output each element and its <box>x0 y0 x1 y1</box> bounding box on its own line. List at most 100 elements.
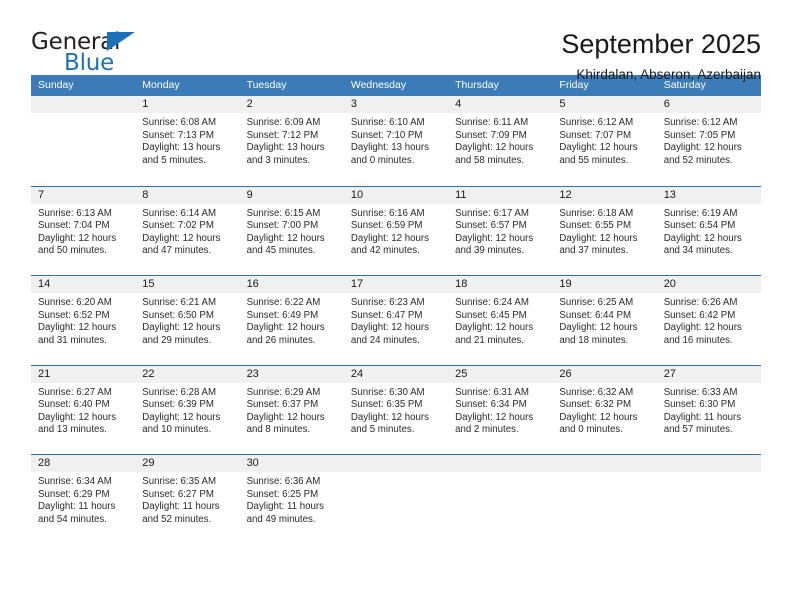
daylight-text-line1: Daylight: 12 hours <box>559 232 638 244</box>
calendar-day-cell[interactable]: 2 Sunrise: 6:09 AM Sunset: 7:12 PM Daylight… <box>239 96 344 186</box>
day-sun-info: Sunrise: 6:23 AM Sunset: 6:47 PM Daylight:… <box>344 293 448 347</box>
calendar-day-cell-empty <box>31 96 136 186</box>
calendar-day-cell[interactable]: 4 Sunrise: 6:11 AM Sunset: 7:09 PM Daylight… <box>448 96 553 186</box>
calendar-day-cell[interactable]: 1 Sunrise: 6:08 AM Sunset: 7:13 PM Daylight… <box>135 96 240 186</box>
calendar-day-cell[interactable]: 7 Sunrise: 6:13 AM Sunset: 7:04 PM Daylight… <box>31 186 136 276</box>
calendar-day-cell[interactable]: 20 Sunrise: 6:26 AM Sunset: 6:42 PM Dayligh… <box>656 276 761 365</box>
sunrise-text: Sunrise: 6:23 AM <box>350 297 425 308</box>
calendar-page: General Blue September 2025 Khirdalan, A… <box>0 0 792 612</box>
day-number: 27 <box>656 365 761 383</box>
sunrise-text: Sunrise: 6:20 AM <box>38 297 112 308</box>
day-sun-info: Sunrise: 6:09 AM Sunset: 7:12 PM Daylight:… <box>240 113 344 167</box>
day-number <box>552 455 657 472</box>
sunrise-text: Sunrise: 6:10 AM <box>350 117 425 128</box>
day-sun-info: Sunrise: 6:18 AM Sunset: 6:55 PM Daylight:… <box>552 204 656 258</box>
calendar-day-cell[interactable]: 5 Sunrise: 6:12 AM Sunset: 7:07 PM Daylight… <box>552 96 657 186</box>
calendar-day-cell[interactable]: 23 Sunrise: 6:29 AM Sunset: 6:37 PM Dayligh… <box>239 365 344 455</box>
calendar-day-cell[interactable]: 21 Sunrise: 6:27 AM Sunset: 6:40 PM Dayligh… <box>31 365 136 455</box>
daylight-text-line1: Daylight: 12 hours <box>663 232 742 244</box>
calendar-day-cell[interactable]: 11 Sunrise: 6:17 AM Sunset: 6:57 PM Dayligh… <box>448 186 553 276</box>
calendar-day-cell[interactable]: 9 Sunrise: 6:15 AM Sunset: 7:00 PM Daylight… <box>239 186 344 276</box>
day-sun-info: Sunrise: 6:35 AM Sunset: 6:27 PM Daylight:… <box>135 472 239 526</box>
calendar-day-cell[interactable]: 27 Sunrise: 6:33 AM Sunset: 6:30 PM Dayligh… <box>656 365 761 455</box>
sunset-text: Sunset: 7:09 PM <box>455 129 527 141</box>
calendar-day-cell[interactable]: 17 Sunrise: 6:23 AM Sunset: 6:47 PM Dayligh… <box>343 276 449 365</box>
calendar-day-cell[interactable]: 18 Sunrise: 6:24 AM Sunset: 6:45 PM Dayligh… <box>448 276 553 365</box>
weekday-header-thursday: Thursday <box>455 79 499 91</box>
day-number: 15 <box>135 276 240 293</box>
sunrise-text: Sunrise: 6:19 AM <box>663 207 738 219</box>
day-number: 5 <box>552 96 657 113</box>
sunrise-text: Sunrise: 6:24 AM <box>455 297 529 308</box>
day-sun-info: Sunrise: 6:19 AM Sunset: 6:54 PM Daylight:… <box>657 204 761 258</box>
sunset-text: Sunset: 6:37 PM <box>246 399 319 411</box>
daylight-text-line1: Daylight: 11 hours <box>663 411 742 423</box>
calendar-day-cell[interactable]: 28 Sunrise: 6:34 AM Sunset: 6:29 PM Dayligh… <box>31 455 136 544</box>
sunrise-text: Sunrise: 6:08 AM <box>142 117 217 128</box>
daylight-text-line2: and 37 minutes. <box>559 245 629 257</box>
daylight-text-line2: and 42 minutes. <box>350 245 420 257</box>
calendar-day-cell[interactable]: 6 Sunrise: 6:12 AM Sunset: 7:05 PM Daylight… <box>656 96 761 186</box>
page-header: General Blue September 2025 Khirdalan, A… <box>31 0 761 82</box>
calendar-day-cell[interactable]: 24 Sunrise: 6:30 AM Sunset: 6:35 PM Dayligh… <box>343 365 449 455</box>
blue-triangle-icon <box>107 32 135 51</box>
calendar-day-cell[interactable]: 30 Sunrise: 6:36 AM Sunset: 6:25 PM Dayligh… <box>239 455 344 544</box>
daylight-text-line1: Daylight: 12 hours <box>455 411 534 423</box>
calendar-day-cell[interactable]: 8 Sunrise: 6:14 AM Sunset: 7:02 PM Daylight… <box>135 186 240 276</box>
daylight-text-line1: Daylight: 12 hours <box>142 232 221 244</box>
daylight-text-line1: Daylight: 12 hours <box>455 322 534 334</box>
sunset-text: Sunset: 6:35 PM <box>350 399 423 411</box>
calendar-day-cell[interactable]: 14 Sunrise: 6:20 AM Sunset: 6:52 PM Dayligh… <box>31 276 136 365</box>
daylight-text-line2: and 16 minutes. <box>663 334 733 346</box>
day-number: 11 <box>448 186 553 204</box>
sunrise-text: Sunrise: 6:21 AM <box>142 297 217 308</box>
sunrise-text: Sunrise: 6:32 AM <box>559 386 634 398</box>
calendar-day-cell[interactable]: 12 Sunrise: 6:18 AM Sunset: 6:55 PM Dayligh… <box>552 186 657 276</box>
calendar-day-cell[interactable]: 19 Sunrise: 6:25 AM Sunset: 6:44 PM Dayligh… <box>552 276 657 365</box>
day-number: 20 <box>656 276 761 293</box>
daylight-text-line1: Daylight: 12 hours <box>455 232 534 244</box>
calendar-day-cell[interactable]: 13 Sunrise: 6:19 AM Sunset: 6:54 PM Dayligh… <box>656 186 761 276</box>
day-number: 21 <box>31 365 136 383</box>
day-sun-info: Sunrise: 6:15 AM Sunset: 7:00 PM Daylight:… <box>240 204 344 258</box>
sunrise-text: Sunrise: 6:34 AM <box>38 476 112 487</box>
sunset-text: Sunset: 6:59 PM <box>350 220 423 232</box>
sunset-text: Sunset: 7:10 PM <box>350 129 423 141</box>
day-sun-info: Sunrise: 6:12 AM Sunset: 7:05 PM Daylight:… <box>657 113 761 167</box>
daylight-text-line2: and 13 minutes. <box>38 424 107 436</box>
calendar-day-cell[interactable]: 26 Sunrise: 6:32 AM Sunset: 6:32 PM Dayligh… <box>552 365 657 455</box>
daylight-text-line1: Daylight: 12 hours <box>559 322 638 334</box>
sunset-text: Sunset: 6:47 PM <box>350 309 423 321</box>
weekday-header-tuesday: Tuesday <box>246 79 287 91</box>
daylight-text-line2: and 29 minutes. <box>142 334 212 346</box>
daylight-text-line2: and 50 minutes. <box>38 245 107 257</box>
calendar-day-cell[interactable]: 10 Sunrise: 6:16 AM Sunset: 6:59 PM Dayligh… <box>343 186 449 276</box>
daylight-text-line1: Daylight: 11 hours <box>246 501 324 513</box>
calendar-day-cell[interactable]: 22 Sunrise: 6:28 AM Sunset: 6:39 PM Dayligh… <box>135 365 240 455</box>
general-blue-logo[interactable]: General Blue <box>31 28 151 80</box>
day-sun-info: Sunrise: 6:31 AM Sunset: 6:34 PM Daylight:… <box>448 383 552 437</box>
sunset-text: Sunset: 7:05 PM <box>663 129 736 141</box>
day-number: 4 <box>448 96 553 113</box>
sunset-text: Sunset: 6:39 PM <box>142 399 214 411</box>
day-number: 14 <box>31 276 136 293</box>
sunrise-text: Sunrise: 6:22 AM <box>246 297 321 308</box>
calendar-day-cell[interactable]: 16 Sunrise: 6:22 AM Sunset: 6:49 PM Dayligh… <box>239 276 344 365</box>
daylight-text-line2: and 52 minutes. <box>142 513 212 525</box>
day-sun-info: Sunrise: 6:20 AM Sunset: 6:52 PM Daylight:… <box>31 293 135 347</box>
calendar-day-cell-empty <box>448 455 553 544</box>
sunrise-text: Sunrise: 6:25 AM <box>559 297 634 308</box>
day-sun-info: Sunrise: 6:27 AM Sunset: 6:40 PM Daylight:… <box>31 383 135 437</box>
day-number: 16 <box>239 276 344 293</box>
calendar-day-cell[interactable]: 25 Sunrise: 6:31 AM Sunset: 6:34 PM Dayligh… <box>448 365 553 455</box>
calendar-day-cell[interactable]: 3 Sunrise: 6:10 AM Sunset: 7:10 PM Daylight… <box>343 96 449 186</box>
daylight-text-line1: Daylight: 12 hours <box>38 322 117 334</box>
daylight-text-line2: and 18 minutes. <box>559 334 629 346</box>
weekday-header-saturday: Saturday <box>663 79 706 91</box>
day-sun-info: Sunrise: 6:16 AM Sunset: 6:59 PM Daylight:… <box>344 204 448 258</box>
daylight-text-line1: Daylight: 12 hours <box>663 322 742 334</box>
calendar-day-cell[interactable]: 15 Sunrise: 6:21 AM Sunset: 6:50 PM Dayligh… <box>135 276 240 365</box>
sunset-text: Sunset: 6:42 PM <box>663 309 736 321</box>
calendar-day-cell[interactable]: 29 Sunrise: 6:35 AM Sunset: 6:27 PM Dayligh… <box>135 455 240 544</box>
day-number: 8 <box>135 186 240 204</box>
